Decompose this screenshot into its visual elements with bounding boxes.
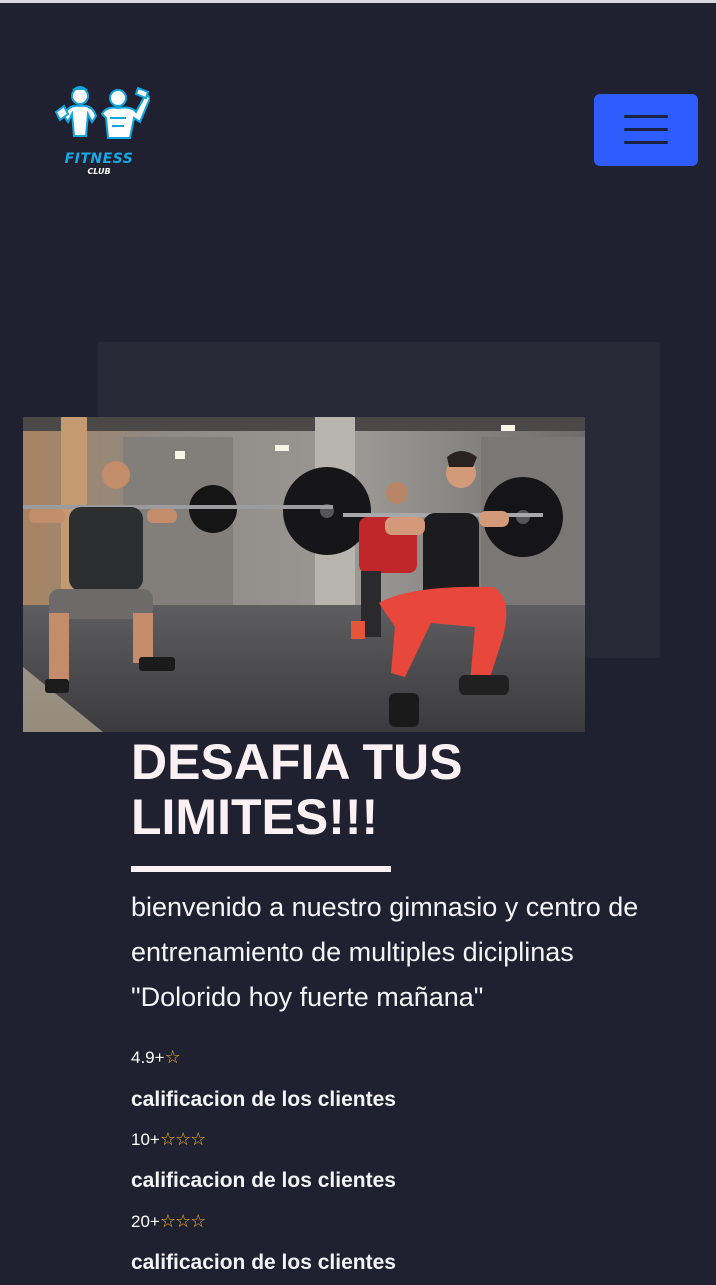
headline-line-1: DESAFIA TUS <box>131 734 463 790</box>
star-icon: ☆ <box>164 1047 181 1067</box>
gym-squat-photo <box>23 417 585 732</box>
hero-intro: bienvenido a nuestro gimnasio y centro d… <box>131 885 706 1020</box>
intro-line-1: bienvenido a nuestro gimnasio y centro d… <box>131 892 639 922</box>
hero-image <box>23 417 585 732</box>
stat-value-third: 20+☆☆☆ <box>131 1210 206 1233</box>
intro-line-2: entrenamiento de multiples diciplinas <box>131 937 574 967</box>
stat-value-second: 10+☆☆☆ <box>131 1128 206 1151</box>
stat-label-rating: calificacion de los clientes <box>131 1088 396 1111</box>
headline-underline <box>131 866 391 872</box>
fitness-club-logo[interactable]: FITNESS CLUB <box>50 82 152 182</box>
logo-title: FITNESS <box>64 151 134 167</box>
intro-line-3: "Dolorido hoy fuerte mañana" <box>131 982 484 1012</box>
hero-headline: DESAFIA TUS LIMITES!!! <box>131 735 691 845</box>
top-border <box>0 0 716 3</box>
stat-label-third: calificacion de los clientes <box>131 1251 396 1274</box>
stat-number: 10+ <box>131 1130 160 1149</box>
stat-label-second: calificacion de los clientes <box>131 1169 396 1192</box>
star-icon: ☆☆☆ <box>159 1211 206 1231</box>
menu-button[interactable] <box>594 94 698 166</box>
stat-number: 4.9+ <box>131 1048 165 1067</box>
stat-number: 20+ <box>131 1212 160 1231</box>
headline-line-2: LIMITES!!! <box>131 789 379 845</box>
bodybuilders-logo-icon <box>54 86 152 139</box>
logo-subtitle: CLUB <box>87 167 111 176</box>
stat-value-rating: 4.9+☆ <box>131 1046 181 1069</box>
star-icon: ☆☆☆ <box>159 1129 206 1149</box>
